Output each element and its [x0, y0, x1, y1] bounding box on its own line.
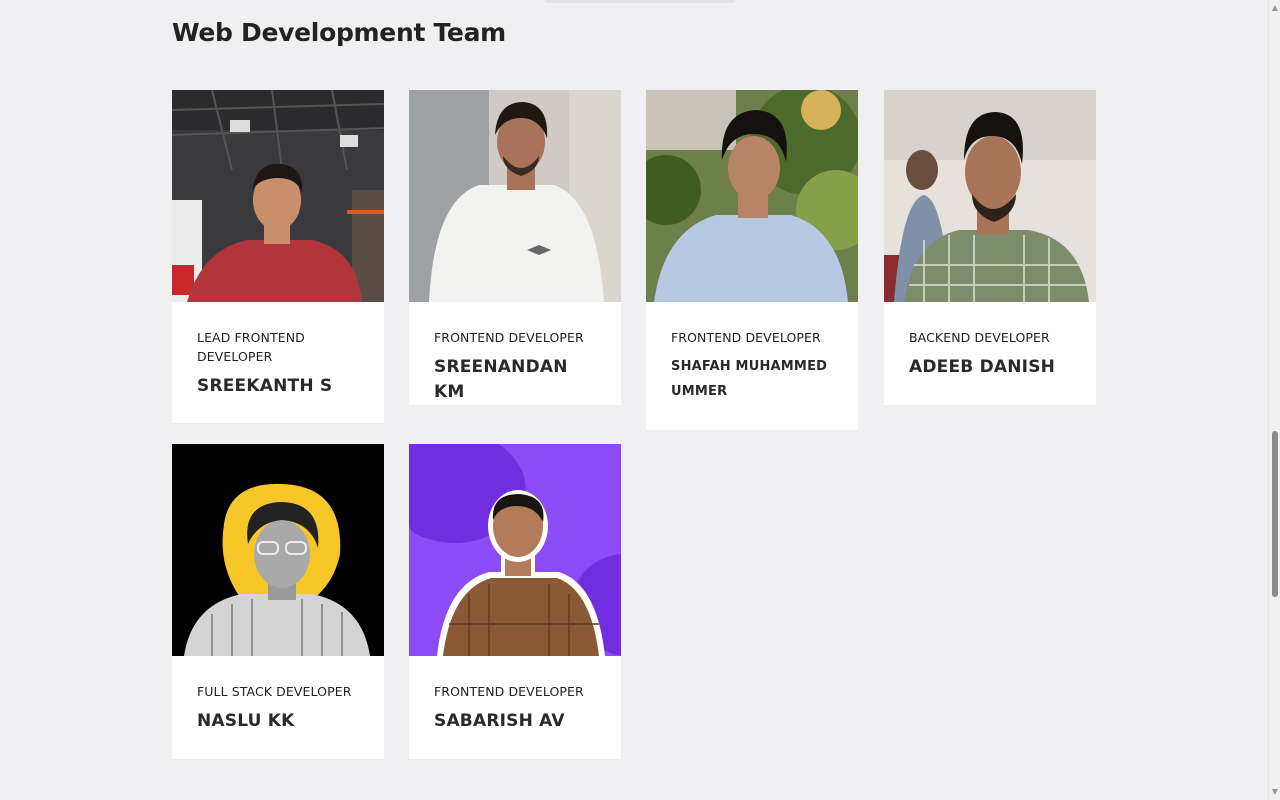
team-member-card[interactable]: Frontend Developer Sreenandan KM	[409, 90, 621, 405]
member-role: Lead Frontend Developer	[197, 330, 305, 364]
vertical-scrollbar[interactable]: ▲ ▼	[1268, 0, 1280, 800]
member-photo	[409, 444, 621, 656]
member-name: Adeeb Danish	[909, 357, 1056, 377]
scroll-down-icon[interactable]: ▼	[1269, 786, 1280, 798]
member-name: Naslu KK	[197, 711, 295, 731]
team-member-card[interactable]: Frontend Developer Sabarish AV	[409, 444, 621, 759]
member-name: Shafah Muhammed Ummer	[671, 359, 828, 399]
member-photo-image	[172, 444, 384, 656]
member-photo-image	[409, 444, 621, 656]
scroll-thumb[interactable]	[1272, 431, 1278, 598]
section-title: Web Development Team	[172, 18, 506, 47]
member-role: Frontend Developer	[434, 330, 584, 345]
member-photo	[172, 444, 384, 656]
member-photo-image	[646, 90, 858, 302]
member-name: Sabarish AV	[434, 711, 565, 731]
member-photo-image	[409, 90, 621, 302]
member-name: Sreenandan KM	[434, 357, 568, 402]
member-role: Frontend Developer	[434, 684, 584, 699]
member-photo	[646, 90, 858, 302]
member-name: Sreekanth S	[197, 376, 333, 396]
top-strip	[545, 0, 735, 3]
member-photo	[409, 90, 621, 302]
team-member-card[interactable]: Backend Developer Adeeb Danish	[884, 90, 1096, 405]
scroll-up-icon[interactable]: ▲	[1269, 2, 1280, 14]
member-role: Full Stack Developer	[197, 684, 352, 699]
member-photo	[884, 90, 1096, 302]
team-member-card[interactable]: Frontend Developer Shafah Muhammed Ummer	[646, 90, 858, 430]
member-role: Backend Developer	[909, 330, 1050, 345]
team-member-card[interactable]: Lead Frontend Developer Sreekanth S	[172, 90, 384, 423]
member-photo-image	[172, 90, 384, 302]
member-photo	[172, 90, 384, 302]
team-member-card[interactable]: Full Stack Developer Naslu KK	[172, 444, 384, 759]
member-photo-image	[884, 90, 1096, 302]
member-role: Frontend Developer	[671, 330, 821, 345]
